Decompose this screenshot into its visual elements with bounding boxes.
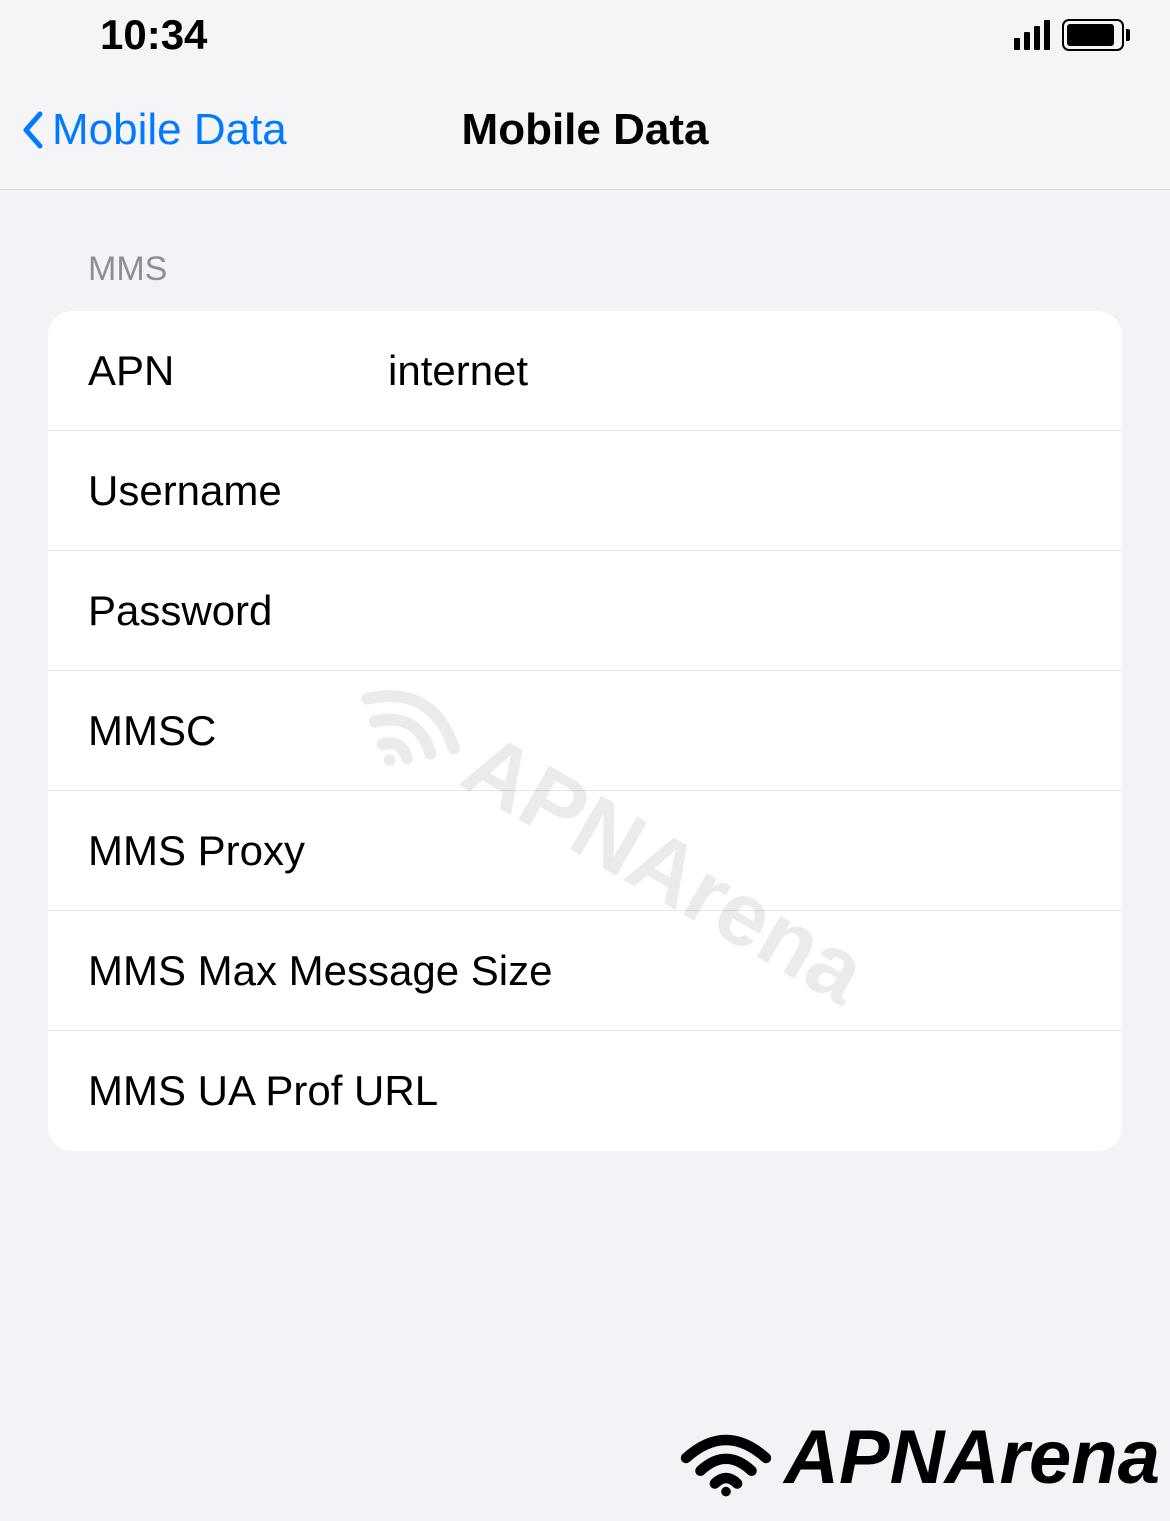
label-password: Password	[88, 587, 388, 635]
watermark-bottom-text: APNArena	[784, 1414, 1160, 1501]
label-mms-proxy: MMS Proxy	[88, 827, 388, 875]
row-mms-proxy[interactable]: MMS Proxy	[48, 791, 1122, 911]
row-password[interactable]: Password	[48, 551, 1122, 671]
input-mms-ua-prof-url[interactable]	[438, 1067, 1082, 1115]
back-label: Mobile Data	[52, 105, 287, 155]
content-area: MMS APN Username Password MMSC MMS Proxy…	[0, 190, 1170, 1211]
label-username: Username	[88, 467, 388, 515]
back-button[interactable]: Mobile Data	[20, 105, 287, 155]
battery-icon	[1062, 19, 1130, 51]
label-mms-max-size: MMS Max Message Size	[88, 947, 552, 995]
cellular-signal-icon	[1014, 20, 1050, 50]
chevron-left-icon	[20, 110, 44, 150]
input-username[interactable]	[388, 467, 1082, 515]
label-apn: APN	[88, 347, 388, 395]
row-username[interactable]: Username	[48, 431, 1122, 551]
status-bar: 10:34	[0, 0, 1170, 70]
navigation-bar: Mobile Data Mobile Data	[0, 70, 1170, 190]
input-password[interactable]	[388, 587, 1082, 635]
input-mms-proxy[interactable]	[388, 827, 1082, 875]
input-mms-max-size[interactable]	[552, 947, 1093, 995]
settings-group-mms: APN Username Password MMSC MMS Proxy MMS…	[48, 311, 1122, 1151]
page-title: Mobile Data	[462, 105, 709, 155]
watermark-bottom: APNArena	[676, 1414, 1160, 1501]
label-mms-ua-prof-url: MMS UA Prof URL	[88, 1067, 438, 1115]
section-header-mms: MMS	[88, 250, 1122, 289]
label-mmsc: MMSC	[88, 707, 388, 755]
row-mmsc[interactable]: MMSC	[48, 671, 1122, 791]
row-mms-max-size[interactable]: MMS Max Message Size	[48, 911, 1122, 1031]
row-apn[interactable]: APN	[48, 311, 1122, 431]
input-mmsc[interactable]	[388, 707, 1082, 755]
input-apn[interactable]	[388, 347, 1082, 395]
status-right	[1014, 19, 1130, 51]
row-mms-ua-prof-url[interactable]: MMS UA Prof URL	[48, 1031, 1122, 1151]
wifi-icon	[676, 1418, 776, 1498]
status-time: 10:34	[100, 11, 207, 59]
